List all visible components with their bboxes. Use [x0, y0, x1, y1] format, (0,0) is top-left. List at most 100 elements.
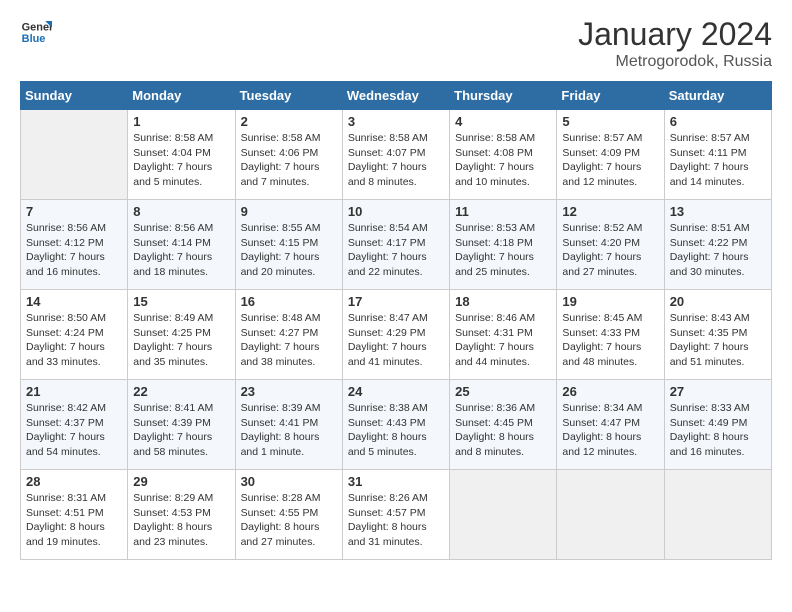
day-number: 2: [241, 114, 337, 129]
day-number: 7: [26, 204, 122, 219]
day-info: Sunrise: 8:29 AMSunset: 4:53 PMDaylight:…: [133, 491, 229, 550]
day-number: 28: [26, 474, 122, 489]
weekday-header-row: SundayMondayTuesdayWednesdayThursdayFrid…: [21, 82, 772, 110]
day-cell: 7 Sunrise: 8:56 AMSunset: 4:12 PMDaylight…: [21, 200, 128, 290]
weekday-header-wednesday: Wednesday: [342, 82, 449, 110]
day-info: Sunrise: 8:58 AMSunset: 4:08 PMDaylight:…: [455, 131, 551, 190]
day-cell: 31 Sunrise: 8:26 AMSunset: 4:57 PMDayligh…: [342, 470, 449, 560]
day-cell: 9 Sunrise: 8:55 AMSunset: 4:15 PMDaylight…: [235, 200, 342, 290]
month-title: January 2024: [578, 16, 772, 53]
weekday-header-monday: Monday: [128, 82, 235, 110]
svg-text:Blue: Blue: [22, 33, 46, 45]
day-cell: 8 Sunrise: 8:56 AMSunset: 4:14 PMDaylight…: [128, 200, 235, 290]
day-cell: 29 Sunrise: 8:29 AMSunset: 4:53 PMDayligh…: [128, 470, 235, 560]
day-cell: [21, 110, 128, 200]
day-info: Sunrise: 8:36 AMSunset: 4:45 PMDaylight:…: [455, 401, 551, 460]
day-info: Sunrise: 8:57 AMSunset: 4:11 PMDaylight:…: [670, 131, 766, 190]
day-number: 8: [133, 204, 229, 219]
day-number: 10: [348, 204, 444, 219]
weekday-header-sunday: Sunday: [21, 82, 128, 110]
day-info: Sunrise: 8:55 AMSunset: 4:15 PMDaylight:…: [241, 221, 337, 280]
day-number: 6: [670, 114, 766, 129]
day-cell: 11 Sunrise: 8:53 AMSunset: 4:18 PMDayligh…: [450, 200, 557, 290]
day-number: 3: [348, 114, 444, 129]
day-info: Sunrise: 8:34 AMSunset: 4:47 PMDaylight:…: [562, 401, 658, 460]
day-info: Sunrise: 8:52 AMSunset: 4:20 PMDaylight:…: [562, 221, 658, 280]
day-cell: 26 Sunrise: 8:34 AMSunset: 4:47 PMDayligh…: [557, 380, 664, 470]
day-number: 31: [348, 474, 444, 489]
title-block: January 2024 Metrogorodok, Russia: [578, 16, 772, 71]
day-number: 27: [670, 384, 766, 399]
day-info: Sunrise: 8:56 AMSunset: 4:12 PMDaylight:…: [26, 221, 122, 280]
day-info: Sunrise: 8:31 AMSunset: 4:51 PMDaylight:…: [26, 491, 122, 550]
day-cell: 25 Sunrise: 8:36 AMSunset: 4:45 PMDayligh…: [450, 380, 557, 470]
day-cell: 13Sunrise: 8:51 AMSunset: 4:22 PMDayligh…: [664, 200, 771, 290]
day-info: Sunrise: 8:51 AMSunset: 4:22 PMDaylight:…: [670, 221, 766, 280]
day-info: Sunrise: 8:58 AMSunset: 4:07 PMDaylight:…: [348, 131, 444, 190]
day-cell: 23Sunrise: 8:39 AMSunset: 4:41 PMDayligh…: [235, 380, 342, 470]
day-cell: 21 Sunrise: 8:42 AMSunset: 4:37 PMDayligh…: [21, 380, 128, 470]
day-number: 26: [562, 384, 658, 399]
day-cell: 4 Sunrise: 8:58 AMSunset: 4:08 PMDaylight…: [450, 110, 557, 200]
week-row-3: 21 Sunrise: 8:42 AMSunset: 4:37 PMDayligh…: [21, 380, 772, 470]
page-header: General Blue January 2024 Metrogorodok, …: [20, 16, 772, 71]
day-number: 22: [133, 384, 229, 399]
day-cell: 22Sunrise: 8:41 AMSunset: 4:39 PMDayligh…: [128, 380, 235, 470]
day-number: 18: [455, 294, 551, 309]
day-number: 29: [133, 474, 229, 489]
day-number: 24: [348, 384, 444, 399]
day-cell: 24 Sunrise: 8:38 AMSunset: 4:43 PMDayligh…: [342, 380, 449, 470]
day-cell: 20 Sunrise: 8:43 AMSunset: 4:35 PMDayligh…: [664, 290, 771, 380]
day-number: 19: [562, 294, 658, 309]
day-info: Sunrise: 8:43 AMSunset: 4:35 PMDaylight:…: [670, 311, 766, 370]
day-cell: [557, 470, 664, 560]
week-row-4: 28 Sunrise: 8:31 AMSunset: 4:51 PMDayligh…: [21, 470, 772, 560]
day-cell: 28 Sunrise: 8:31 AMSunset: 4:51 PMDayligh…: [21, 470, 128, 560]
day-cell: 2 Sunrise: 8:58 AMSunset: 4:06 PMDaylight…: [235, 110, 342, 200]
day-info: Sunrise: 8:26 AMSunset: 4:57 PMDaylight:…: [348, 491, 444, 550]
weekday-header-friday: Friday: [557, 82, 664, 110]
day-number: 12: [562, 204, 658, 219]
logo-icon: General Blue: [20, 16, 52, 48]
day-cell: 18 Sunrise: 8:46 AMSunset: 4:31 PMDayligh…: [450, 290, 557, 380]
day-cell: [664, 470, 771, 560]
day-info: Sunrise: 8:50 AMSunset: 4:24 PMDaylight:…: [26, 311, 122, 370]
day-info: Sunrise: 8:58 AMSunset: 4:06 PMDaylight:…: [241, 131, 337, 190]
week-row-1: 7 Sunrise: 8:56 AMSunset: 4:12 PMDaylight…: [21, 200, 772, 290]
day-number: 21: [26, 384, 122, 399]
location-title: Metrogorodok, Russia: [578, 53, 772, 71]
day-cell: 19Sunrise: 8:45 AMSunset: 4:33 PMDayligh…: [557, 290, 664, 380]
day-info: Sunrise: 8:49 AMSunset: 4:25 PMDaylight:…: [133, 311, 229, 370]
day-cell: 6 Sunrise: 8:57 AMSunset: 4:11 PMDaylight…: [664, 110, 771, 200]
day-number: 4: [455, 114, 551, 129]
day-cell: 12 Sunrise: 8:52 AMSunset: 4:20 PMDayligh…: [557, 200, 664, 290]
day-info: Sunrise: 8:39 AMSunset: 4:41 PMDaylight:…: [241, 401, 337, 460]
day-info: Sunrise: 8:47 AMSunset: 4:29 PMDaylight:…: [348, 311, 444, 370]
day-number: 9: [241, 204, 337, 219]
weekday-header-saturday: Saturday: [664, 82, 771, 110]
day-number: 14: [26, 294, 122, 309]
day-number: 15: [133, 294, 229, 309]
day-cell: 1Sunrise: 8:58 AMSunset: 4:04 PMDaylight…: [128, 110, 235, 200]
weekday-header-thursday: Thursday: [450, 82, 557, 110]
day-cell: 14 Sunrise: 8:50 AMSunset: 4:24 PMDayligh…: [21, 290, 128, 380]
day-info: Sunrise: 8:54 AMSunset: 4:17 PMDaylight:…: [348, 221, 444, 280]
day-number: 25: [455, 384, 551, 399]
week-row-2: 14 Sunrise: 8:50 AMSunset: 4:24 PMDayligh…: [21, 290, 772, 380]
day-info: Sunrise: 8:58 AMSunset: 4:04 PMDaylight:…: [133, 131, 229, 190]
day-number: 16: [241, 294, 337, 309]
day-cell: 3 Sunrise: 8:58 AMSunset: 4:07 PMDaylight…: [342, 110, 449, 200]
day-cell: 27Sunrise: 8:33 AMSunset: 4:49 PMDayligh…: [664, 380, 771, 470]
day-info: Sunrise: 8:28 AMSunset: 4:55 PMDaylight:…: [241, 491, 337, 550]
week-row-0: 1Sunrise: 8:58 AMSunset: 4:04 PMDaylight…: [21, 110, 772, 200]
day-info: Sunrise: 8:46 AMSunset: 4:31 PMDaylight:…: [455, 311, 551, 370]
day-cell: 30Sunrise: 8:28 AMSunset: 4:55 PMDayligh…: [235, 470, 342, 560]
day-info: Sunrise: 8:42 AMSunset: 4:37 PMDaylight:…: [26, 401, 122, 460]
day-number: 11: [455, 204, 551, 219]
day-number: 20: [670, 294, 766, 309]
day-info: Sunrise: 8:56 AMSunset: 4:14 PMDaylight:…: [133, 221, 229, 280]
day-info: Sunrise: 8:48 AMSunset: 4:27 PMDaylight:…: [241, 311, 337, 370]
day-info: Sunrise: 8:53 AMSunset: 4:18 PMDaylight:…: [455, 221, 551, 280]
day-info: Sunrise: 8:38 AMSunset: 4:43 PMDaylight:…: [348, 401, 444, 460]
calendar-table: SundayMondayTuesdayWednesdayThursdayFrid…: [20, 81, 772, 560]
